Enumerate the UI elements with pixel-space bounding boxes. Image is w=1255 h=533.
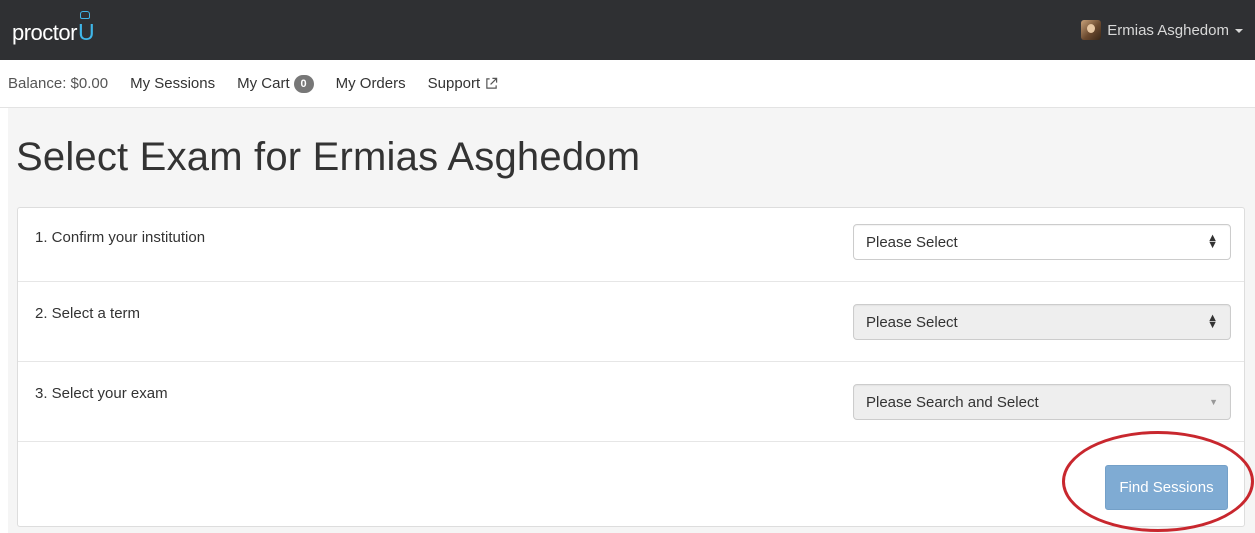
support-label: Support [427,75,481,92]
step-row-institution: 1. Confirm your institution Please Selec… [18,208,1244,282]
cart-count-badge: 0 [293,74,314,93]
left-edge [0,108,8,533]
select-value: Please Select [866,313,958,331]
logo-text: proctor [12,19,77,45]
avatar [1081,20,1102,40]
top-navbar: proctor U Ermias Asghedom [0,0,1255,60]
step-label: 1. Confirm your institution [35,229,206,246]
exam-search-select[interactable]: Please Search and Select ▼ [853,384,1231,420]
step-row-exam: 3. Select your exam Please Search and Se… [18,362,1244,442]
sort-icon: ▲ ▼ [1207,232,1218,251]
chevron-down-icon [1235,29,1243,33]
dropdown-arrow-icon: ▼ [1209,397,1218,407]
term-select[interactable]: Please Select ▲ ▼ [853,304,1231,340]
institution-select[interactable]: Please Select ▲ ▼ [853,224,1231,260]
exam-selection-panel: 1. Confirm your institution Please Selec… [17,207,1245,527]
user-name: Ermias Asghedom [1107,21,1229,39]
my-sessions-label: My Sessions [130,75,216,92]
logo-accent: U [78,10,95,44]
step-label: 3. Select your exam [35,385,168,402]
my-cart-label: My Cart [237,75,290,92]
select-value: Please Select [866,233,958,251]
sort-icon: ▲ ▼ [1207,312,1218,331]
my-sessions-link[interactable]: My Sessions [130,75,215,92]
balance-text: Balance: $0.00 [8,75,109,92]
my-orders-link[interactable]: My Orders [336,75,406,92]
step-label: 2. Select a term [35,305,141,322]
my-orders-label: My Orders [335,75,406,92]
external-link-icon [486,77,498,89]
owl-icon [79,10,90,19]
support-link[interactable]: Support [428,75,499,92]
proctoru-logo[interactable]: proctor U [12,10,95,45]
find-sessions-button[interactable]: Find Sessions [1105,465,1228,510]
my-cart-link[interactable]: My Cart 0 [237,74,314,93]
page-title: Select Exam for Ermias Asghedom [16,135,641,179]
account-nav: Balance: $0.00 My Sessions My Cart 0 My … [0,60,1255,108]
select-value: Please Search and Select [866,393,1039,411]
user-menu[interactable]: Ermias Asghedom [1081,20,1243,40]
step-row-term: 2. Select a term Please Select ▲ ▼ [18,282,1244,362]
